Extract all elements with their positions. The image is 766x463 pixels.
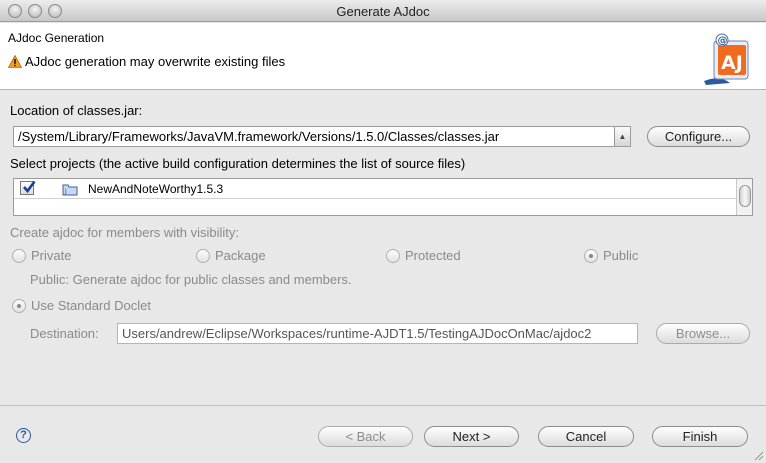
radio-package[interactable]: Package [196, 248, 266, 263]
svg-text:AJ: AJ [721, 52, 743, 74]
banner-message-text: AJdoc generation may overwrite existing … [25, 54, 286, 69]
radio-protected-button[interactable] [386, 248, 400, 263]
browse-button[interactable]: Browse... [656, 323, 750, 344]
checkmark-icon [23, 180, 36, 194]
radio-public-button[interactable] [584, 248, 598, 263]
back-button[interactable]: < Back [318, 426, 413, 447]
radio-standard-doclet[interactable]: Use Standard Doclet [12, 298, 151, 313]
standard-doclet-label: Use Standard Doclet [31, 298, 151, 313]
radio-public[interactable]: Public [584, 248, 638, 263]
title-bar: Generate AJdoc [0, 0, 766, 22]
scrollbar-thumb[interactable] [739, 185, 751, 207]
banner-message: AJdoc generation may overwrite existing … [8, 54, 285, 69]
classes-jar-combo[interactable]: /System/Library/Frameworks/JavaVM.framew… [13, 126, 631, 147]
projects-scrollbar[interactable] [736, 179, 752, 215]
destination-input[interactable]: Users/andrew/Eclipse/Workspaces/runtime-… [117, 323, 638, 344]
destination-label: Destination: [30, 326, 99, 341]
project-checkbox[interactable] [20, 180, 36, 195]
help-icon[interactable]: ? [16, 428, 31, 443]
folder-icon: J [62, 182, 78, 196]
visibility-description: Public: Generate ajdoc for public classe… [30, 272, 352, 287]
configure-button[interactable]: Configure... [647, 126, 750, 147]
projects-list[interactable]: J NewAndNoteWorthy1.5.3 [13, 178, 753, 216]
radio-private-button[interactable] [12, 248, 26, 263]
combo-arrow-icon[interactable]: ▲ [614, 127, 630, 146]
resize-grip-icon[interactable] [752, 449, 764, 461]
window-title: Generate AJdoc [336, 4, 430, 19]
wizard-body: Location of classes.jar: /System/Library… [0, 91, 766, 405]
warning-icon [8, 55, 22, 68]
radio-public-label: Public [603, 248, 639, 263]
next-button[interactable]: Next > [424, 426, 519, 447]
radio-protected[interactable]: Protected [386, 248, 461, 263]
visibility-label: Create ajdoc for members with visibility… [10, 225, 240, 240]
radio-protected-label: Protected [405, 248, 461, 263]
ajdoc-logo-icon: AJ @ [700, 31, 752, 86]
radio-package-button[interactable] [196, 248, 210, 263]
cancel-button[interactable]: Cancel [538, 426, 634, 447]
radio-private[interactable]: Private [12, 248, 71, 263]
list-item[interactable]: J NewAndNoteWorthy1.5.3 [14, 179, 736, 199]
radio-package-label: Package [215, 248, 266, 263]
select-projects-label: Select projects (the active build config… [10, 156, 466, 171]
wizard-footer: ? < Back Next > Cancel Finish [0, 405, 766, 463]
svg-text:J: J [64, 188, 67, 195]
classes-jar-label: Location of classes.jar: [10, 103, 143, 118]
classes-jar-value: /System/Library/Frameworks/JavaVM.framew… [18, 129, 500, 144]
radio-private-label: Private [31, 248, 72, 263]
wizard-banner: AJdoc Generation AJdoc generation may ov… [0, 23, 766, 90]
svg-text:@: @ [718, 36, 728, 47]
banner-title: AJdoc Generation [8, 31, 105, 45]
radio-standard-doclet-button[interactable] [12, 298, 26, 313]
finish-button[interactable]: Finish [652, 426, 748, 447]
project-name: NewAndNoteWorthy1.5.3 [88, 182, 224, 196]
